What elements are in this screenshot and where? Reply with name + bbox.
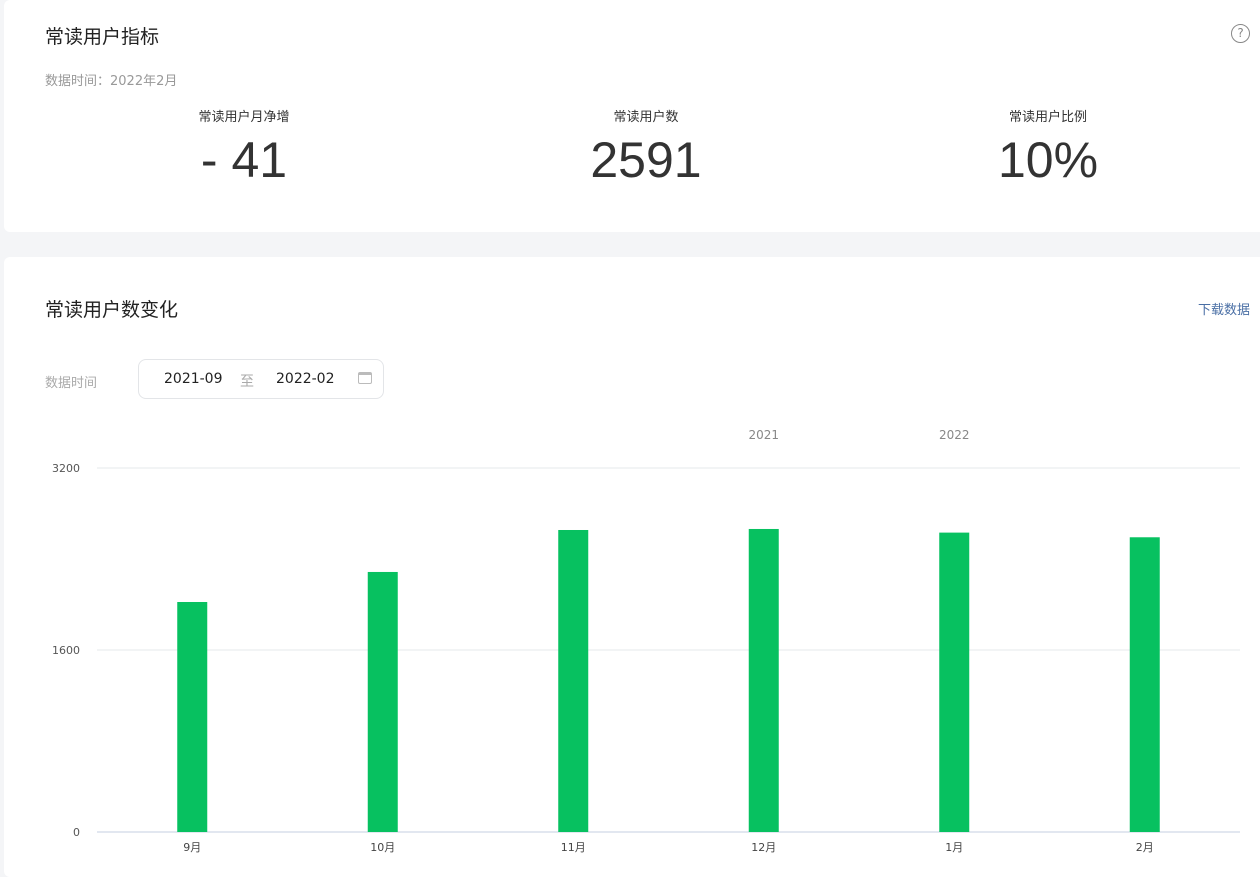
x-tick-label: 9月 <box>183 841 201 854</box>
bar-12月 <box>748 528 779 832</box>
y-tick-label: 0 <box>73 826 80 839</box>
y-tick-label: 1600 <box>52 644 80 657</box>
y-tick-label: 3200 <box>52 462 80 475</box>
bar-chart: 0 1600 3200 9月 10月 11月 12月 1月 2月 2021 2022 <box>52 428 1240 854</box>
bar-1月 <box>939 532 970 832</box>
x-tick-label: 12月 <box>751 841 776 854</box>
year-label: 2022 <box>939 428 970 442</box>
bar-10月 <box>367 571 398 832</box>
bar-9月 <box>177 601 208 832</box>
x-tick-label: 10月 <box>370 841 395 854</box>
x-tick-label: 11月 <box>561 841 586 854</box>
bar-2月 <box>1129 537 1160 832</box>
x-tick-label: 2月 <box>1136 841 1154 854</box>
year-label: 2021 <box>748 428 779 442</box>
bar-11月 <box>558 529 589 832</box>
x-tick-label: 1月 <box>945 841 963 854</box>
